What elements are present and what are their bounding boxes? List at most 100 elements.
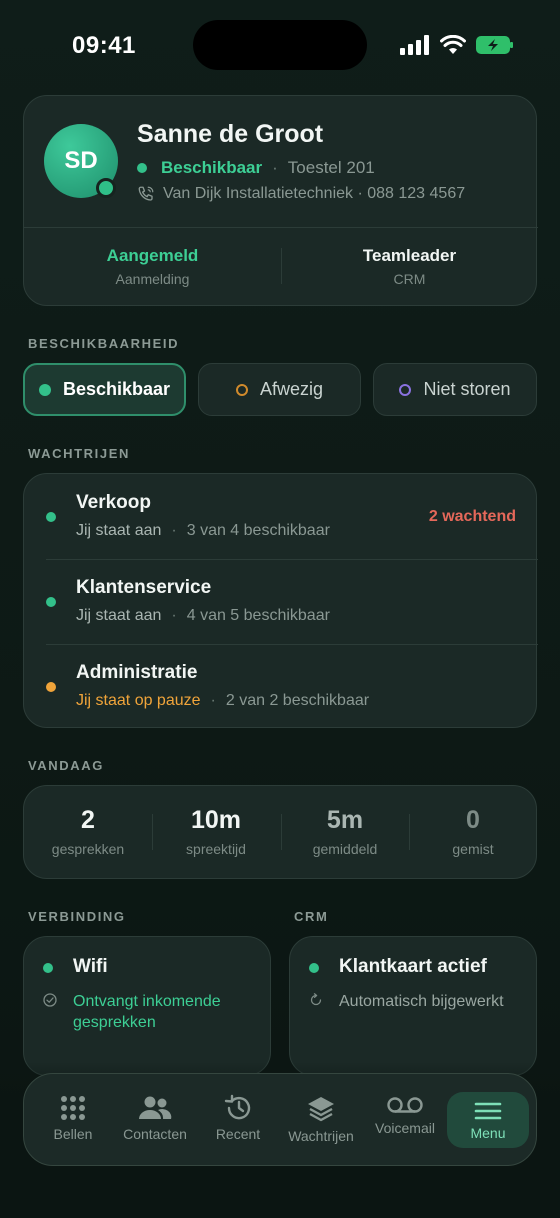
phone-icon [138, 186, 154, 201]
connection-subtitle: Ontvangt inkomende gesprekken [73, 993, 221, 1031]
separator: · [272, 158, 278, 177]
tab-label: Menu [470, 1125, 506, 1141]
queue-subtitle: Jij staat op pauze · 2 van 2 beschikbaar [76, 692, 369, 710]
voicemail-icon [387, 1097, 423, 1113]
profile-status: Beschikbaar [161, 158, 263, 177]
queue-membership: Jij staat aan [76, 607, 162, 624]
presence-indicator [96, 178, 116, 198]
queue-row-verkoop[interactable]: Verkoop Jij staat aan · 3 van 4 beschikb… [24, 474, 538, 559]
stat-label: spreektijd [186, 841, 246, 857]
menu-icon [474, 1102, 502, 1120]
queues-section-label: WACHTRIJEN [28, 446, 130, 461]
profile-card[interactable]: SD Sanne de Groot Beschikbaar · Toestel … [23, 95, 538, 306]
tab-recent[interactable]: Recent [197, 1088, 279, 1150]
battery-charging-icon [476, 36, 513, 54]
separator: · [171, 522, 177, 539]
tab-label: Voicemail [375, 1120, 435, 1136]
stat-value: 0 [466, 806, 480, 834]
tab-label: Wachtrijen [288, 1128, 354, 1144]
queue-waiting-badge: 2 wachtend [428, 508, 516, 525]
integration-subtitle: Aanmelding [115, 271, 190, 287]
stat-value: 10m [190, 806, 242, 834]
queue-status-dot [46, 597, 56, 607]
profile-name: Sanne de Groot [137, 120, 324, 148]
profile-company: Van Dijk Installatietechniek · 088 123 4… [163, 185, 466, 202]
profile-company-row: Van Dijk Installatietechniek · 088 123 4… [137, 185, 465, 203]
availability-option-label: Niet storen [423, 379, 511, 399]
crm-status-dot [309, 963, 319, 973]
stat-label: gemist [452, 841, 494, 857]
queue-availability: 2 van 2 beschikbaar [225, 692, 370, 709]
today-section-label: VANDAAG [28, 758, 104, 773]
status-time: 09:41 [72, 32, 136, 59]
keypad-icon [61, 1096, 85, 1120]
availability-section-label: BESCHIKBAARHEID [28, 336, 180, 351]
tab-bar: Bellen Contacten Recent Wachtrijen Voice… [23, 1073, 537, 1166]
crm-subtitle: Automatisch bijgewerkt [339, 993, 504, 1010]
queue-row-administratie[interactable]: Administratie Jij staat op pauze · 2 van… [24, 644, 538, 729]
queue-status-dot [46, 682, 56, 692]
check-circle-icon [43, 993, 57, 1007]
contacts-icon [139, 1096, 172, 1119]
tab-wachtrijen[interactable]: Wachtrijen [280, 1088, 362, 1150]
today-card: 2 gesprekken 10m spreektijd 5m gemiddeld… [23, 785, 537, 879]
integration-subtitle: CRM [393, 271, 426, 287]
history-icon [224, 1094, 251, 1120]
integration-title: Aangemeld [106, 246, 199, 265]
connection-status-dot [43, 963, 53, 973]
stat-average: 5m gemiddeld [281, 806, 409, 857]
stat-value: 2 [81, 806, 95, 834]
queue-subtitle: Jij staat aan · 4 van 5 beschikbaar [76, 607, 330, 625]
tab-bellen[interactable]: Bellen [32, 1088, 114, 1150]
tab-label: Contacten [123, 1126, 187, 1142]
connection-title: Wifi [73, 956, 108, 977]
tab-menu[interactable]: Menu [447, 1092, 529, 1148]
integration-login[interactable]: Aangemeld Aanmelding [24, 246, 281, 287]
queue-name: Administratie [76, 662, 198, 683]
signal-icon [400, 35, 429, 55]
separator: · [171, 607, 177, 624]
available-dot [38, 383, 51, 396]
tab-contacten[interactable]: Contacten [114, 1088, 196, 1150]
status-dot [137, 163, 147, 173]
connection-card[interactable]: Wifi Ontvangt inkomende gesprekken [23, 936, 271, 1076]
stat-talk-time: 10m spreektijd [152, 806, 280, 857]
queue-name: Klantenservice [76, 577, 212, 598]
layers-icon [308, 1097, 334, 1122]
queue-availability: 3 van 4 beschikbaar [186, 522, 330, 539]
availability-available-button[interactable]: Beschikbaar [23, 363, 186, 416]
queue-subtitle: Jij staat aan · 3 van 4 beschikbaar [76, 522, 330, 540]
crm-title: Klantkaart actief [339, 956, 487, 977]
queues-card: Verkoop Jij staat aan · 3 van 4 beschikb… [23, 473, 538, 729]
availability-option-label: Afwezig [259, 379, 324, 399]
availability-away-button[interactable]: Afwezig [198, 363, 361, 416]
availability-option-label: Beschikbaar [62, 379, 171, 399]
refresh-icon [310, 993, 322, 1006]
stat-label: gemiddeld [312, 841, 378, 857]
tab-label: Bellen [53, 1126, 93, 1142]
availability-dnd-button[interactable]: Niet storen [373, 363, 537, 416]
queue-membership: Jij staat op pauze [76, 692, 201, 709]
integration-title: Teamleader [362, 246, 457, 265]
profile-extension: Toestel 201 [287, 158, 375, 177]
stat-calls: 2 gesprekken [24, 806, 152, 857]
tab-voicemail[interactable]: Voicemail [364, 1088, 446, 1150]
queue-row-klantenservice[interactable]: Klantenservice Jij staat aan · 4 van 5 b… [24, 559, 538, 644]
separator: · [210, 692, 216, 709]
dnd-ring-icon [399, 383, 412, 396]
dynamic-island [193, 20, 367, 70]
queue-availability: 4 van 5 beschikbaar [186, 607, 330, 624]
crm-card[interactable]: Klantkaart actief Automatisch bijgewerkt [289, 936, 537, 1076]
status-icons [400, 34, 514, 56]
tab-label: Recent [215, 1126, 261, 1142]
divider [24, 227, 538, 228]
queue-name: Verkoop [76, 492, 151, 513]
away-ring-icon [235, 383, 248, 396]
stat-value: 5m [326, 806, 364, 834]
status-bar: 09:41 [0, 0, 560, 92]
stat-label: gesprekken [51, 841, 125, 857]
queue-membership: Jij staat aan [76, 522, 162, 539]
integration-crm[interactable]: Teamleader CRM [281, 246, 538, 287]
profile-status-row: Beschikbaar · Toestel 201 [137, 158, 375, 178]
queue-status-dot [46, 512, 56, 522]
